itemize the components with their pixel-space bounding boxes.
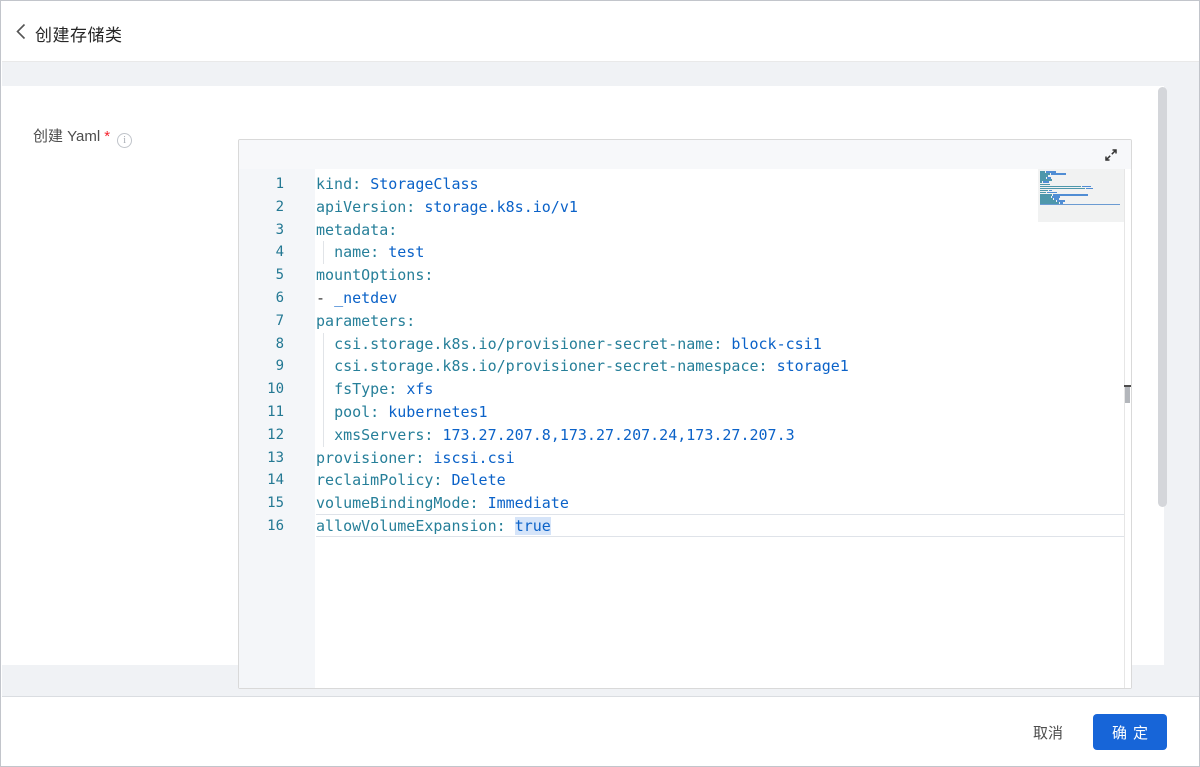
code-line[interactable]: 12 xmsServers: 173.27.207.8,173.27.207.2…: [239, 424, 1131, 447]
footer-bar: 取消 确定: [2, 696, 1200, 767]
line-content: provisioner: iscsi.csi: [316, 447, 515, 470]
line-number: 6: [239, 287, 284, 310]
line-content: metadata:: [316, 219, 397, 242]
line-number: 16: [239, 515, 284, 538]
line-content: volumeBindingMode: Immediate: [316, 492, 569, 515]
editor-body[interactable]: 1 kind: StorageClass 2 apiVersion: storage.…: [239, 169, 1131, 688]
page-scrollbar-thumb[interactable]: [1158, 87, 1167, 507]
line-number: 2: [239, 196, 284, 219]
editor-scrollbar-thumb[interactable]: [1125, 387, 1130, 403]
line-content: apiVersion: storage.k8s.io/v1: [316, 196, 578, 219]
code-line[interactable]: 8 csi.storage.k8s.io/provisioner-secret-…: [239, 333, 1131, 356]
content-area: 创建 Yaml*i 1kind: Stora: [2, 62, 1200, 696]
line-number: 8: [239, 333, 284, 356]
line-content: - _netdev: [316, 287, 397, 310]
indent-guide: [323, 355, 324, 378]
line-content: csi.storage.k8s.io/provisioner-secret-na…: [316, 355, 849, 378]
yaml-editor[interactable]: 1 kind: StorageClass 2 apiVersion: storage.…: [238, 139, 1132, 689]
indent-guide: [323, 401, 324, 424]
editor-minimap[interactable]: [1038, 169, 1124, 688]
line-number: 4: [239, 241, 284, 264]
line-content: pool: kubernetes1: [316, 401, 488, 424]
code-line[interactable]: 6 - _netdev: [239, 287, 1131, 310]
confirm-button[interactable]: 确定: [1093, 714, 1167, 750]
line-content: xmsServers: 173.27.207.8,173.27.207.24,1…: [316, 424, 795, 447]
line-number: 3: [239, 219, 284, 242]
code-line[interactable]: 1 kind: StorageClass: [239, 173, 1131, 196]
indent-guide: [323, 241, 324, 264]
cancel-button[interactable]: 取消: [1033, 722, 1063, 743]
line-number: 13: [239, 447, 284, 470]
line-content: csi.storage.k8s.io/provisioner-secret-na…: [316, 333, 822, 356]
fullscreen-expand-icon[interactable]: [1103, 147, 1119, 163]
required-asterisk: *: [104, 128, 110, 145]
line-number: 7: [239, 310, 284, 333]
code-line[interactable]: 11 pool: kubernetes1: [239, 401, 1131, 424]
indent-guide: [323, 424, 324, 447]
line-number: 1: [239, 173, 284, 196]
code-line[interactable]: 10 fsType: xfs: [239, 378, 1131, 401]
code-line[interactable]: 3 metadata:: [239, 219, 1131, 242]
line-number: 11: [239, 401, 284, 424]
code-line[interactable]: 2 apiVersion: storage.k8s.io/v1: [239, 196, 1131, 219]
line-number: 10: [239, 378, 284, 401]
code-line[interactable]: 9 csi.storage.k8s.io/provisioner-secret-…: [239, 355, 1131, 378]
editor-toolbar: [239, 140, 1131, 169]
code-line[interactable]: 15 volumeBindingMode: Immediate: [239, 492, 1131, 515]
code-line[interactable]: 13 provisioner: iscsi.csi: [239, 447, 1131, 470]
line-content: name: test: [316, 241, 424, 264]
minimap-current-line: [1040, 204, 1120, 205]
yaml-field-label: 创建 Yaml* i: [33, 125, 132, 148]
create-storage-class-page: 创建存储类 创建 Yaml* i: [0, 0, 1200, 767]
yaml-field-label-text: 创建 Yaml: [33, 128, 100, 145]
line-number: 15: [239, 492, 284, 515]
page-header: 创建存储类: [2, 2, 1200, 62]
code-line[interactable]: 14 reclaimPolicy: Delete: [239, 469, 1131, 492]
info-icon[interactable]: i: [117, 133, 132, 148]
indent-guide: [323, 378, 324, 401]
code-line[interactable]: 5 mountOptions:: [239, 264, 1131, 287]
code-lines: 1 kind: StorageClass 2 apiVersion: storage.…: [239, 173, 1131, 538]
line-number: 14: [239, 469, 284, 492]
line-number: 9: [239, 355, 284, 378]
page-title: 创建存储类: [35, 21, 123, 46]
code-line[interactable]: 7 parameters:: [239, 310, 1131, 333]
line-content: parameters:: [316, 310, 415, 333]
indent-guide: [323, 333, 324, 356]
line-content: reclaimPolicy: Delete: [316, 469, 506, 492]
code-line[interactable]: 4 name: test: [239, 241, 1131, 264]
back-icon[interactable]: [16, 23, 26, 40]
minimap-code-bars: [1040, 171, 1093, 205]
overview-ruler-border: [1124, 169, 1125, 688]
line-content: fsType: xfs: [316, 378, 433, 401]
line-number: 12: [239, 424, 284, 447]
current-line-highlight: [316, 514, 1124, 537]
line-content: mountOptions:: [316, 264, 433, 287]
line-content: kind: StorageClass: [316, 173, 479, 196]
form-panel: 创建 Yaml*i 1kind: Stora: [2, 86, 1164, 665]
line-number: 5: [239, 264, 284, 287]
